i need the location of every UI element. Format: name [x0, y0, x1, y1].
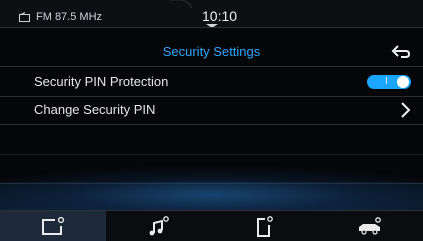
nav-item-system-settings[interactable] — [0, 211, 106, 241]
back-arrow-icon[interactable] — [389, 42, 411, 60]
music-settings-icon — [149, 216, 169, 236]
nav-item-audio-settings[interactable] — [106, 211, 212, 241]
phone-settings-icon — [257, 216, 274, 237]
page-title: Security Settings — [162, 44, 261, 59]
radio-icon — [19, 12, 30, 22]
infotainment-screen: FM 87.5 MHz 10:10 Security Settings Secu… — [0, 0, 423, 241]
page-header: Security Settings — [0, 32, 423, 65]
audio-source[interactable]: FM 87.5 MHz — [19, 11, 102, 23]
status-divider — [0, 27, 423, 28]
car-settings-icon — [359, 217, 381, 235]
chevron-right-icon — [401, 102, 411, 118]
background-glow-band — [0, 182, 423, 210]
status-bar: FM 87.5 MHz 10:10 — [0, 0, 423, 28]
clock: 10:10 — [202, 8, 238, 24]
settings-screen-icon — [41, 216, 64, 235]
setting-row-change-pin[interactable]: Change Security PIN — [0, 95, 423, 125]
bottom-nav — [0, 210, 423, 241]
pin-protection-toggle[interactable]: I — [367, 75, 411, 89]
toggle-knob — [397, 76, 409, 88]
nav-item-vehicle-settings[interactable] — [317, 211, 423, 241]
source-label: FM 87.5 MHz — [36, 11, 103, 23]
setting-row-pin-protection[interactable]: Security PIN Protection I — [0, 66, 423, 97]
setting-label: Security PIN Protection — [34, 74, 169, 89]
nav-item-phone-settings[interactable] — [212, 211, 318, 241]
setting-label: Change Security PIN — [34, 102, 156, 117]
toggle-on-mark: I — [385, 76, 388, 87]
